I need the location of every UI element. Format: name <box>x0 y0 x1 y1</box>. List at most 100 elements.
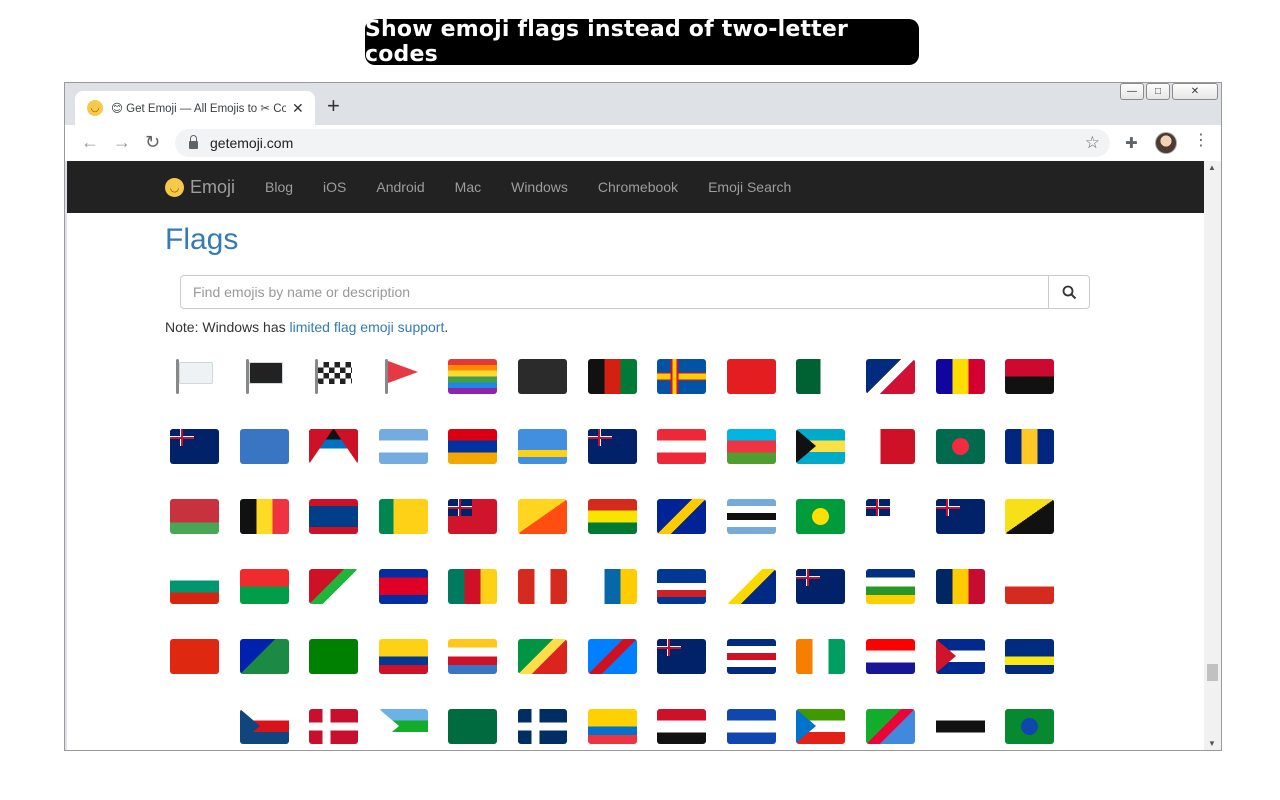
scrollbar[interactable]: ▲ ▼ <box>1204 161 1221 750</box>
christmas-island-flag[interactable] <box>239 639 289 674</box>
white-flag[interactable] <box>170 359 219 394</box>
angola-flag[interactable] <box>1005 359 1055 394</box>
bermuda-flag[interactable] <box>448 499 498 534</box>
cote-divoire-flag[interactable] <box>796 639 846 674</box>
eritrea-flag[interactable] <box>865 709 915 744</box>
brazil-flag[interactable] <box>796 499 846 534</box>
costa-rica-flag[interactable] <box>726 639 776 674</box>
site-brand[interactable]: ◡ Emoji <box>165 177 235 198</box>
nav-blog[interactable]: Blog <box>265 179 293 195</box>
cayman-islands-flag[interactable] <box>796 569 846 604</box>
congo-kinshasa-flag[interactable] <box>587 639 637 674</box>
american-samoa-flag[interactable] <box>865 359 915 394</box>
chile-flag[interactable] <box>1005 569 1055 604</box>
cocos-islands-flag[interactable] <box>309 639 359 674</box>
cameroon-flag[interactable] <box>448 569 498 604</box>
cuba-flag[interactable] <box>935 639 985 674</box>
caribbean-netherlands-flag[interactable] <box>726 569 776 604</box>
aland-islands-flag[interactable] <box>657 359 707 394</box>
ecuador-flag[interactable] <box>587 709 637 744</box>
nav-mac[interactable]: Mac <box>455 179 481 195</box>
minimize-button[interactable]: — <box>1120 83 1144 100</box>
austria-flag[interactable] <box>657 429 707 464</box>
burundi-flag[interactable] <box>309 569 359 604</box>
el-salvador-flag[interactable] <box>726 709 776 744</box>
pirate-flag[interactable] <box>517 359 567 394</box>
andorra-flag[interactable] <box>935 359 985 394</box>
british-indian-ocean-flag[interactable] <box>865 499 915 534</box>
estonia-flag[interactable] <box>935 709 985 744</box>
extensions-icon[interactable]: ✚ <box>1125 134 1138 152</box>
bangladesh-flag[interactable] <box>935 429 985 464</box>
nav-ios[interactable]: iOS <box>323 179 346 195</box>
equatorial-guinea-flag[interactable] <box>796 709 846 744</box>
algeria-flag[interactable] <box>796 359 846 394</box>
albania-flag[interactable] <box>726 359 776 394</box>
flag-support-link[interactable]: limited flag emoji support <box>290 319 445 335</box>
triangular-flag[interactable] <box>379 359 428 394</box>
aruba-flag[interactable] <box>517 429 567 464</box>
british-virgin-islands-flag[interactable] <box>935 499 985 534</box>
bhutan-flag[interactable] <box>517 499 567 534</box>
antigua-flag[interactable] <box>309 429 359 464</box>
antarctica-flag[interactable] <box>239 429 289 464</box>
cook-islands-flag[interactable] <box>657 639 707 674</box>
cambodia-flag[interactable] <box>378 569 428 604</box>
scroll-down-icon[interactable]: ▼ <box>1208 739 1216 748</box>
comoros-flag[interactable] <box>448 639 498 674</box>
congo-brazzaville-flag[interactable] <box>517 639 567 674</box>
chequered-flag[interactable] <box>309 359 358 394</box>
cyprus-flag[interactable] <box>170 709 219 744</box>
scroll-thumb[interactable] <box>1207 664 1218 681</box>
brunei-flag[interactable] <box>1005 499 1055 534</box>
search-input[interactable] <box>181 276 1048 308</box>
benin-flag[interactable] <box>378 499 428 534</box>
china-flag[interactable] <box>170 639 219 674</box>
nav-chromebook[interactable]: Chromebook <box>598 179 678 195</box>
afghanistan-flag[interactable] <box>587 359 637 394</box>
bulgaria-flag[interactable] <box>170 569 219 604</box>
belgium-flag[interactable] <box>239 499 289 534</box>
armenia-flag[interactable] <box>448 429 498 464</box>
canary-islands-flag[interactable] <box>587 569 637 604</box>
new-tab-button[interactable]: + <box>327 95 340 117</box>
colombia-flag[interactable] <box>378 639 428 674</box>
star-icon[interactable]: ☆ <box>1085 133 1100 153</box>
maximize-button[interactable]: □ <box>1146 83 1170 100</box>
bolivia-flag[interactable] <box>587 499 637 534</box>
central-african-republic-flag[interactable] <box>865 569 915 604</box>
azerbaijan-flag[interactable] <box>726 429 776 464</box>
anguilla-flag[interactable] <box>170 429 219 464</box>
belize-flag[interactable] <box>309 499 359 534</box>
bahrain-flag[interactable] <box>865 429 915 464</box>
dominica-flag[interactable] <box>448 709 498 744</box>
denmark-flag[interactable] <box>309 709 359 744</box>
croatia-flag[interactable] <box>865 639 915 674</box>
belarus-flag[interactable] <box>170 499 219 534</box>
close-window-button[interactable]: ✕ <box>1172 83 1218 100</box>
profile-avatar[interactable] <box>1155 132 1177 154</box>
tab-close-icon[interactable]: ✕ <box>292 100 304 117</box>
canada-flag[interactable] <box>517 569 567 604</box>
browser-tab[interactable]: ◡ 😊 Get Emoji — All Emojis to ✂ Copy and… <box>75 91 315 125</box>
nav-windows[interactable]: Windows <box>511 179 568 195</box>
cape-verde-flag[interactable] <box>657 569 707 604</box>
nav-emoji-search[interactable]: Emoji Search <box>708 179 791 195</box>
curacao-flag[interactable] <box>1005 639 1055 674</box>
nav-android[interactable]: Android <box>376 179 424 195</box>
egypt-flag[interactable] <box>657 709 707 744</box>
botswana-flag[interactable] <box>726 499 776 534</box>
black-flag[interactable] <box>240 359 289 394</box>
burkina-faso-flag[interactable] <box>239 569 289 604</box>
djibouti-flag[interactable] <box>378 709 428 744</box>
argentina-flag[interactable] <box>378 429 428 464</box>
czechia-flag[interactable] <box>239 709 289 744</box>
rainbow-flag[interactable] <box>448 359 498 394</box>
bahamas-flag[interactable] <box>796 429 846 464</box>
scroll-up-icon[interactable]: ▲ <box>1208 163 1216 172</box>
menu-icon[interactable]: ⋮ <box>1193 132 1209 150</box>
dominican-republic-flag[interactable] <box>517 709 567 744</box>
barbados-flag[interactable] <box>1005 429 1055 464</box>
address-bar[interactable]: getemoji.com ☆ <box>175 129 1110 157</box>
forward-icon[interactable]: → <box>113 133 131 151</box>
